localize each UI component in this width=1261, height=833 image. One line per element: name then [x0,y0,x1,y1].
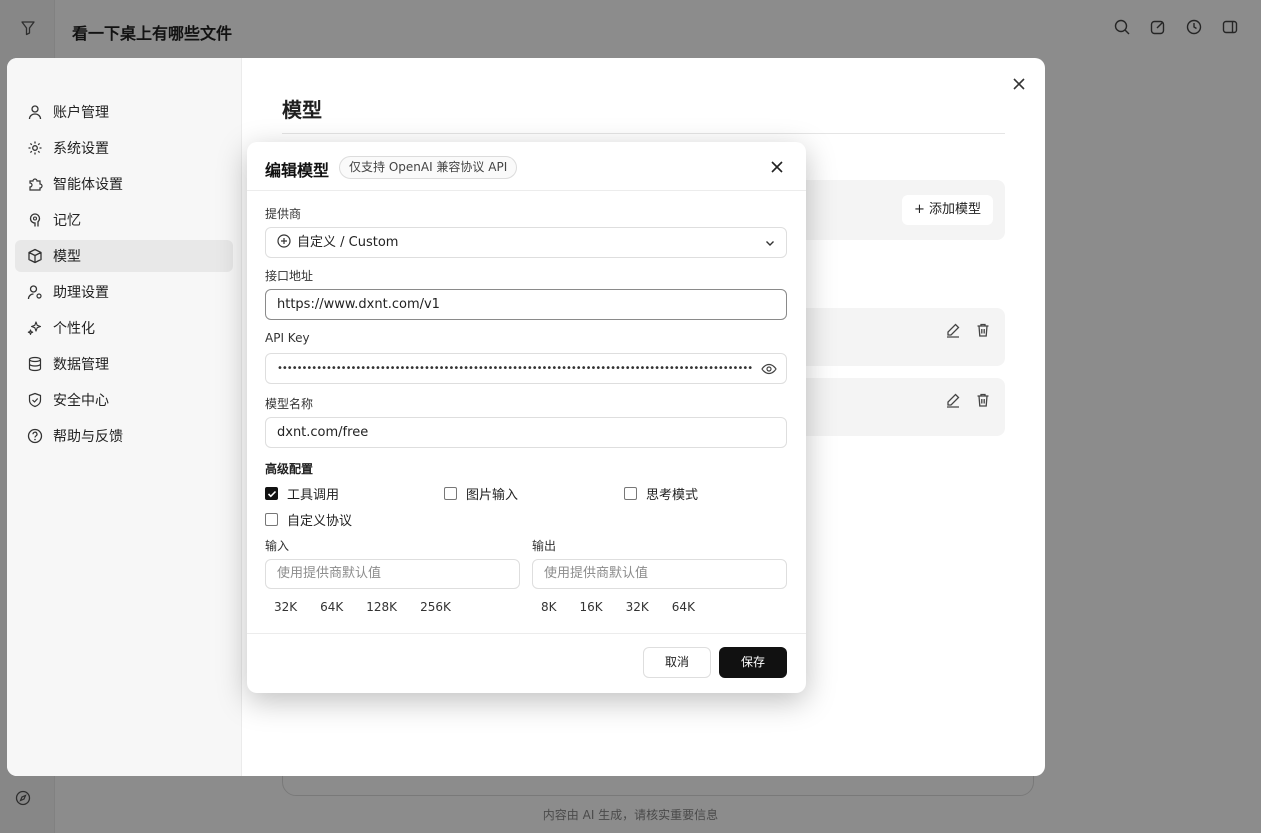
title-divider [282,133,1005,134]
user-settings-icon [27,285,42,300]
sidebar-item-label: 个性化 [53,321,95,337]
modal-title: 编辑模型 [265,161,330,180]
provider-value: 自定义 / Custom [297,235,399,250]
sidebar-item-label: 智能体设置 [53,177,123,193]
edit-model-modal: 编辑模型 仅支持 OpenAI 兼容协议 API 提供商 自定义 / Custo… [247,142,806,693]
checkbox-unchecked[interactable] [624,487,637,500]
image-input-checkbox[interactable]: 图片输入 [444,484,518,503]
output-tokens-label: 输出 [532,539,557,553]
input-chip[interactable]: 32K [266,596,305,618]
input-chip-group: 32K 64K 128K 256K [266,596,466,618]
input-tokens-field[interactable]: 使用提供商默认值 [265,559,520,589]
sidebar-item-assistant[interactable]: 助理设置 [15,276,233,308]
checkbox-unchecked[interactable] [444,487,457,500]
save-button[interactable]: 保存 [719,647,787,678]
input-tokens-label: 输入 [265,539,290,553]
sidebar-item-label: 记忆 [53,213,81,229]
thinking-mode-label: 思考模式 [646,488,699,503]
input-chip[interactable]: 256K [412,596,459,618]
sidebar-item-models[interactable]: 模型 [15,240,233,272]
model-name-label: 模型名称 [265,397,314,411]
shield-icon [28,392,42,408]
close-icon[interactable] [768,158,786,176]
page-title: 模型 [282,98,322,122]
output-chip-group: 8K 16K 32K 64K [533,596,710,618]
database-icon [28,356,42,372]
edit-icon[interactable] [945,322,961,338]
sidebar-item-security[interactable]: 安全中心 [15,384,233,416]
sidebar-item-agent[interactable]: 智能体设置 [15,168,233,200]
help-circle-icon [27,428,43,444]
sidebar-item-label: 助理设置 [53,285,109,301]
add-model-button[interactable]: + 添加模型 [901,195,993,225]
apikey-masked-value: ••••••••••••••••••••••••••••••••••••••••… [277,363,752,374]
sidebar-item-label: 账户管理 [53,105,109,121]
sidebar-item-label: 帮助与反馈 [53,429,123,445]
input-chip[interactable]: 64K [312,596,351,618]
output-chip[interactable]: 32K [618,596,657,618]
settings-sidebar: 账户管理 系统设置 智能体设置 记忆 模型 助理设置 个性化 数据管理 安全中心… [7,58,242,776]
chevron-down-icon [766,241,774,246]
gear-icon [28,141,42,155]
tool-call-checkbox[interactable]: 工具调用 [265,484,339,503]
sidebar-item-data[interactable]: 数据管理 [15,348,233,380]
compat-badge: 仅支持 OpenAI 兼容协议 API [339,156,518,179]
advanced-config-label: 高级配置 [265,462,314,476]
apikey-label: API Key [265,331,310,345]
user-icon [28,105,42,120]
cube-icon [28,248,42,264]
cancel-button[interactable]: 取消 [643,647,711,678]
sidebar-item-personalize[interactable]: 个性化 [15,312,233,344]
sidebar-item-label: 模型 [53,249,81,265]
tool-call-label: 工具调用 [287,488,340,503]
puzzle-icon [29,178,43,191]
model-name-input[interactable]: dxnt.com/free [265,417,787,448]
output-chip[interactable]: 16K [572,596,611,618]
sidebar-item-help[interactable]: 帮助与反馈 [15,420,233,452]
checkbox-checked[interactable] [265,487,278,500]
checkbox-unchecked[interactable] [265,513,278,526]
sidebar-item-memory[interactable]: 记忆 [15,204,233,236]
sparkles-icon [27,321,42,335]
sidebar-item-label: 数据管理 [53,357,109,373]
custom-protocol-checkbox[interactable]: 自定义协议 [265,510,352,529]
edit-icon[interactable] [945,392,961,408]
apikey-input[interactable]: ••••••••••••••••••••••••••••••••••••••••… [265,353,787,384]
plus-circle-icon [277,234,291,248]
brain-icon [29,213,41,227]
trash-icon[interactable] [975,322,991,338]
sidebar-item-label: 安全中心 [53,393,109,409]
sidebar-item-label: 系统设置 [53,141,109,157]
provider-label: 提供商 [265,207,302,221]
modal-header: 编辑模型 仅支持 OpenAI 兼容协议 API [247,142,806,191]
output-tokens-field[interactable]: 使用提供商默认值 [532,559,787,589]
endpoint-input[interactable]: https://www.dxnt.com/v1 [265,289,787,320]
close-icon[interactable] [1009,74,1029,94]
sidebar-item-system[interactable]: 系统设置 [15,132,233,164]
endpoint-label: 接口地址 [265,269,314,283]
output-chip[interactable]: 64K [664,596,703,618]
eye-icon[interactable] [761,362,777,376]
provider-select[interactable]: 自定义 / Custom [265,227,787,258]
image-input-label: 图片输入 [466,488,519,503]
output-chip[interactable]: 8K [533,596,565,618]
custom-protocol-label: 自定义协议 [287,514,353,529]
modal-footer: 取消 保存 [247,633,806,693]
sidebar-item-account[interactable]: 账户管理 [15,96,233,128]
input-chip[interactable]: 128K [358,596,405,618]
thinking-mode-checkbox[interactable]: 思考模式 [624,484,698,503]
trash-icon[interactable] [975,392,991,408]
